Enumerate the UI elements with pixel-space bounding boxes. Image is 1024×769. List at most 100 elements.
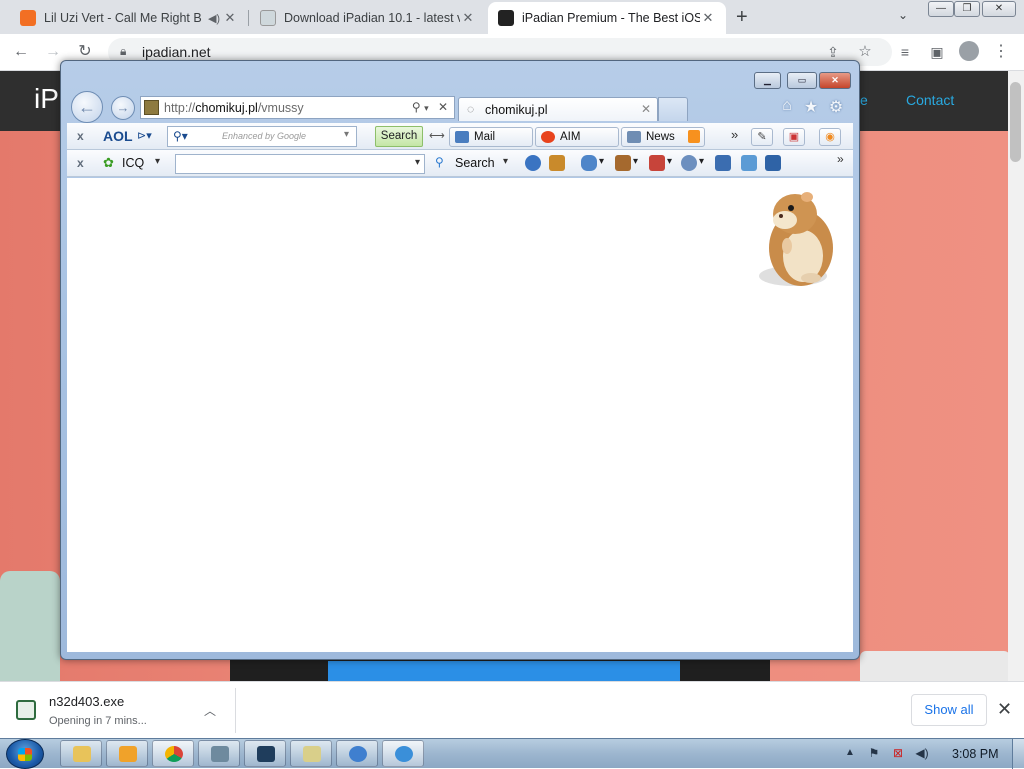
close-icon[interactable]: ✕ [700,10,716,26]
tab-lil-uzi[interactable]: Lil Uzi Vert - Call Me Right B ◀) ✕ [10,2,248,34]
back-icon[interactable]: ← [10,41,32,63]
aol-search-input[interactable]: ⚲▾ Enhanced by Google ▾ [167,126,357,147]
file-exe-icon [16,700,36,720]
profile-avatar-icon[interactable] [958,41,980,63]
show-all-button[interactable]: Show all [911,694,987,726]
sidebar-icon[interactable]: ▣ [926,41,948,63]
chevron-up-icon[interactable]: ︿ [204,702,216,719]
more-chevron-icon[interactable]: » [837,152,844,166]
dropdown-icon[interactable]: ▾ [599,156,604,167]
download-filename: n32d403.exe [49,694,125,709]
icq-toolbar: x ✿ ICQ ▾ ▾ ⚲ Search ▾ ▾ ▾ ▾ ▾ » [67,150,853,177]
aol-logo-menu-icon[interactable]: ⊳▾ [137,129,152,142]
ie-close-button[interactable]: ✕ [819,72,851,89]
start-button[interactable] [6,739,44,769]
ie-back-button[interactable]: ← [71,91,103,123]
dropdown-icon[interactable]: ▾ [155,156,160,167]
forward-icon[interactable]: → [42,41,64,63]
feed-icon[interactable]: ◉ [819,128,841,146]
icq-search-button[interactable]: Search [455,156,495,170]
media-icon[interactable]: ≡ [894,41,916,63]
dropdown-icon[interactable]: ▾ [633,156,638,167]
stop-icon[interactable]: ✕ [438,100,448,114]
dropdown-icon[interactable]: ▾ [503,156,508,167]
close-window-button[interactable]: ✕ [982,1,1016,17]
icq-search-icon[interactable]: ⚲ [435,155,444,169]
more-chevron-icon[interactable]: » [731,127,738,142]
aol-mail-button[interactable]: Mail [449,127,533,147]
aol-news-button[interactable]: News [621,127,705,147]
download-status: Opening in 7 mins... [49,715,147,727]
tab-search-button[interactable]: ⌄ [898,8,908,22]
pen-icon[interactable]: ✎ [751,128,773,146]
site-logo[interactable]: iP [34,83,59,115]
taskbar-chrome[interactable] [152,740,194,767]
toolbar-close-icon[interactable]: x [77,129,84,143]
dropdown-icon[interactable]: ▾ [667,156,672,167]
menu-icon[interactable]: ⋮ [990,41,1012,63]
home-icon[interactable]: ⌂ [777,97,797,117]
resize-handle-icon[interactable]: ⟷ [429,129,445,142]
gear-icon[interactable]: ⚙ [826,97,846,117]
nav-link-contact[interactable]: Contact [906,92,954,108]
friends-icon[interactable] [615,155,631,171]
close-icon[interactable]: ✕ [641,102,651,116]
ie-address-bar[interactable]: http://chomikuj.pl/vmussy ⚲ ▾ ✕ [140,96,455,119]
restore-button[interactable]: ❐ [954,1,980,17]
nav-link-partial[interactable]: e [860,92,868,108]
ie-maximize-button[interactable]: ▭ [787,72,817,89]
network-icon[interactable] [741,155,757,171]
user-search-icon[interactable] [765,155,781,171]
aol-search-button[interactable]: Search [375,126,423,147]
popup-blocker-icon[interactable]: ▣ [783,128,805,146]
dropdown-icon[interactable]: ▾ [699,156,704,167]
add-contact-icon[interactable] [715,155,731,171]
compass-icon[interactable] [525,155,541,171]
icq-search-input[interactable]: ▾ [175,154,425,174]
icq-logo[interactable]: ICQ [122,156,144,170]
close-icon[interactable]: ✕ [222,10,238,26]
ie-tab-chomikuj[interactable]: ◌ chomikuj.pl ✕ [458,97,658,121]
taskbar-explorer[interactable] [60,740,102,767]
volume-icon[interactable]: ◀) [914,746,930,761]
scrollbar-thumb[interactable] [1010,82,1021,162]
toolbar-close-icon[interactable]: x [77,156,84,170]
taskbar-notepad[interactable] [290,740,332,767]
site-favicon-icon [144,100,159,115]
tray-expand-icon[interactable]: ▲ [845,747,855,758]
taskbar-media-player[interactable] [106,740,148,767]
ie-new-tab-button[interactable] [658,97,688,121]
taskbar-app-triangle[interactable] [244,740,286,767]
ie-forward-button[interactable]: → [111,96,135,120]
minimize-button[interactable]: — [928,1,954,17]
chat-bubble-icon[interactable] [581,155,597,171]
aol-aim-button[interactable]: AIM [535,127,619,147]
ie-minimize-button[interactable]: ▁ [754,72,781,89]
taskbar-ie[interactable] [382,740,424,767]
people-search-icon[interactable] [549,155,565,171]
tab-ipadian-premium[interactable]: iPadian Premium - The Best iOS s ✕ [488,2,726,34]
ie-page-content [67,178,853,652]
tab-download-ipadian[interactable]: Download iPadian 10.1 - latest ve ✕ [250,2,486,34]
speaker-icon[interactable]: ◀) [206,12,222,25]
clock[interactable]: 3:08 PM [952,747,999,761]
close-icon[interactable]: ✕ [460,10,476,26]
new-tab-button[interactable]: + [736,6,748,29]
close-icon[interactable]: ✕ [997,699,1012,720]
bookmark-star-icon[interactable]: ☆ [854,41,876,63]
show-desktop-button[interactable] [1012,739,1024,769]
gift-icon[interactable] [649,155,665,171]
aol-logo[interactable]: AOL [103,128,133,144]
network-error-icon[interactable]: ⊠ [890,746,906,761]
dropdown-icon[interactable]: ▾ [424,103,429,113]
action-center-icon[interactable]: ⚑ [866,746,882,761]
search-icon[interactable]: ⚲ [412,100,421,114]
page-scrollbar[interactable] [1008,71,1024,681]
dropdown-icon[interactable]: ▾ [344,129,349,140]
tab-divider [248,10,249,26]
favorites-star-icon[interactable]: ★ [801,97,821,117]
dropdown-icon[interactable]: ▾ [415,157,420,168]
games-icon[interactable] [681,155,697,171]
taskbar-itunes[interactable] [336,740,378,767]
taskbar-app[interactable] [198,740,240,767]
